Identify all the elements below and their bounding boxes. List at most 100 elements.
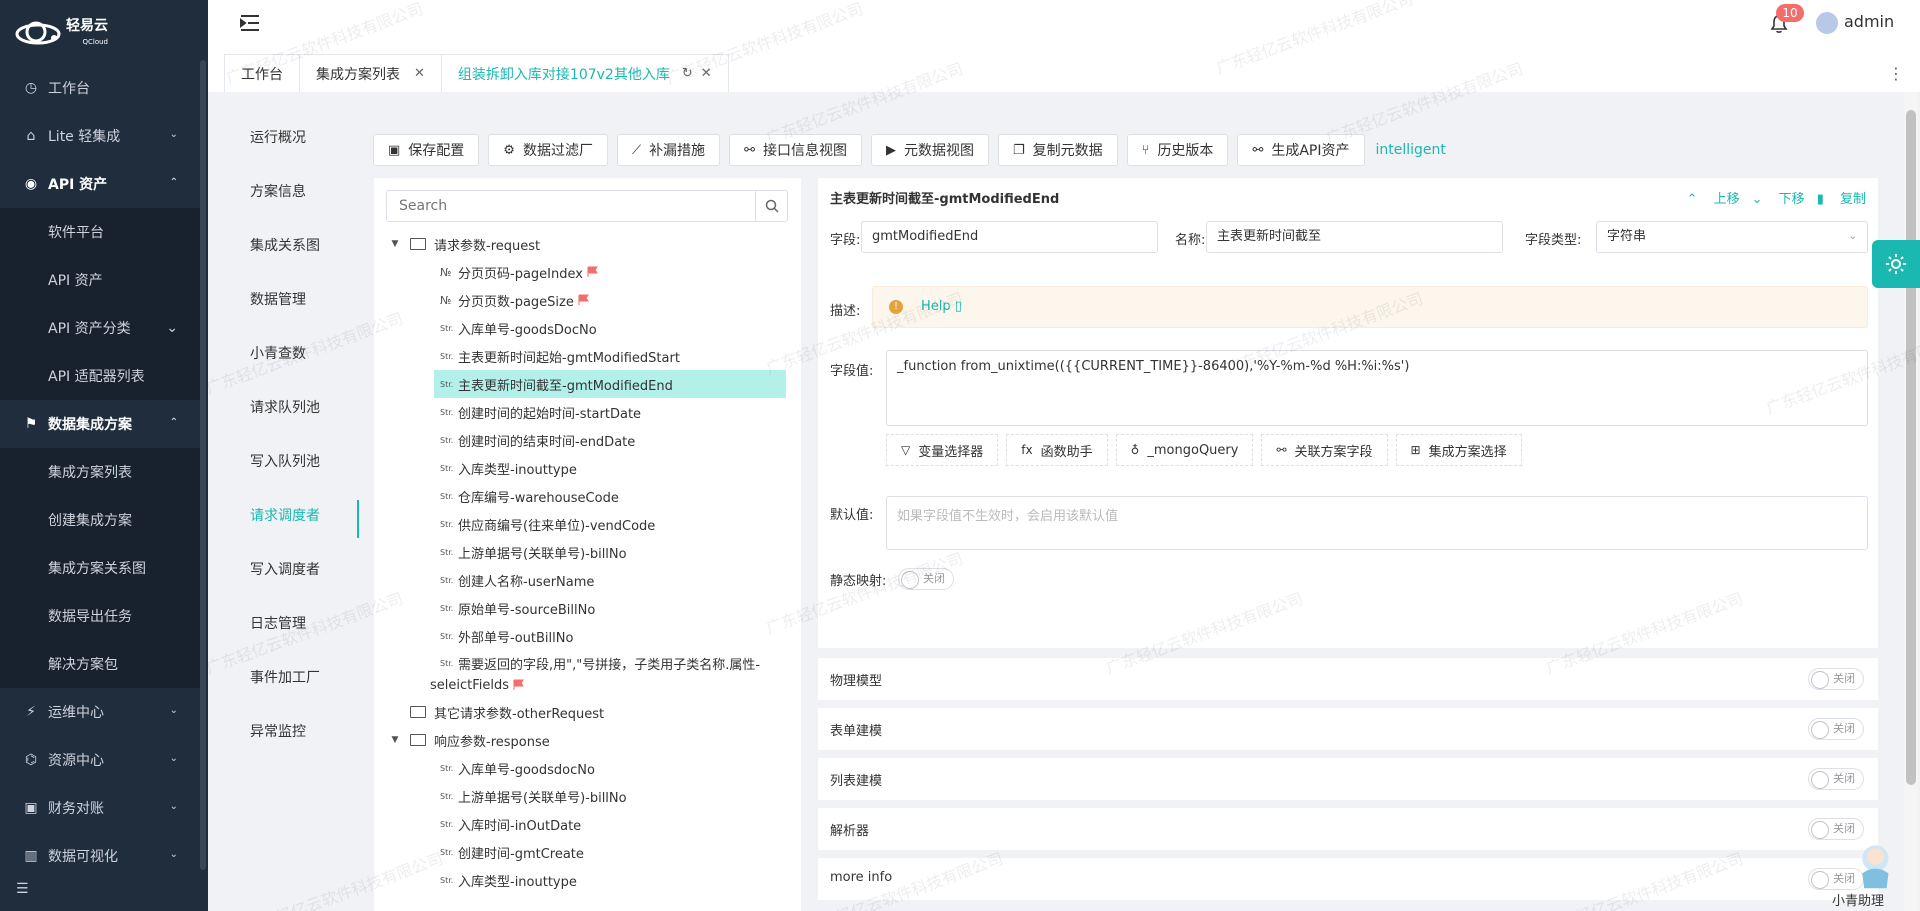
sidebar-item[interactable]: API 资产 [0,256,200,304]
tree-node[interactable]: Str. 主表更新时间截至-gmtModifiedEnd [434,370,786,398]
plan-nav-item[interactable]: 请求调度者 [222,488,359,542]
search-button[interactable] [755,191,787,221]
tree-node[interactable]: Str. 入库类型-inouttype [374,866,801,894]
plan-nav-item[interactable]: 方案信息 [222,164,358,218]
toolbar-button[interactable]: ▣ 保存配置 [373,134,480,166]
section-switch[interactable]: 关闭 [1808,668,1864,690]
section-row[interactable]: 列表建模 关闭 [818,758,1878,800]
tree-node[interactable]: Str. 入库类型-inouttype [374,454,801,482]
search-input[interactable] [387,191,759,221]
plan-nav-item[interactable]: 数据管理 [222,272,358,326]
plan-nav-item[interactable]: 异常监控 [222,704,358,758]
name-input[interactable]: 主表更新时间截至 [1206,221,1503,253]
function-button[interactable]: ▽ 变量选择器 [886,434,999,466]
move-up-button[interactable]: ⌃ 上移 [1687,188,1740,207]
plan-nav-item[interactable]: 写入队列池 [222,434,358,488]
sidebar-item[interactable]: ▥ 数据可视化 ⌄ [0,832,200,880]
toolbar-button[interactable]: ⟋ 补漏措施 [616,134,721,166]
section-row[interactable]: 解析器 关闭 [818,808,1878,850]
menu-fold-icon[interactable] [240,14,260,32]
function-button[interactable]: fx 函数助手 [1006,434,1108,466]
tree-node[interactable]: Str. 创建人名称-userName [374,566,801,594]
sidebar-item[interactable]: 软件平台 [0,208,200,256]
tree-node[interactable]: Str. 入库时间-inOutDate [374,810,801,838]
tree-node[interactable]: Str. 需要返回的字段,用","号拼接，子类用子类名称.属性-seleictFi… [374,650,801,698]
close-icon[interactable]: ✕ [701,66,712,81]
sidebar-item[interactable]: API 资产分类 ⌄ [0,304,200,352]
close-icon[interactable]: ✕ [414,66,425,81]
type-select[interactable]: 字符串 ⌄ [1596,221,1868,253]
tree-node[interactable]: № 分页页数-pageSize [374,286,801,314]
tree-node[interactable]: Str. 外部单号-outBillNo [374,622,801,650]
sidebar-item[interactable]: ◉ API 资产 ⌃ [0,160,200,208]
sidebar-item[interactable]: 数据导出任务 [0,592,200,640]
value-textarea[interactable]: _function from_unixtime(({{CURRENT_TIME}… [886,350,1868,426]
sidebar-item[interactable]: ◷ 工作台 [0,64,200,112]
more-vertical-icon[interactable]: ⋮ [1888,64,1904,83]
sidebar-item[interactable]: 集成方案列表 [0,448,200,496]
refresh-icon[interactable]: ↻ [682,66,693,81]
tree-node[interactable]: ▼ 响应参数-response [374,726,801,754]
plan-nav-item[interactable]: 运行概况 [222,110,358,164]
toolbar-button[interactable]: ⚙ 数据过滤厂 [488,134,608,166]
avatar[interactable] [1816,12,1838,34]
toolbar-button[interactable]: ⚯ 生成API资产 [1237,134,1365,166]
sidebar-item[interactable]: ⚡ 运维中心 ⌄ [0,688,200,736]
function-button[interactable]: ♁ _mongoQuery [1115,434,1254,466]
settings-fab[interactable] [1872,240,1920,288]
copy-button[interactable]: ▮ 复制 [1817,188,1866,207]
plan-nav-item[interactable]: 日志管理 [222,596,358,650]
tree-node[interactable]: Str. 创建时间的结束时间-endDate [374,426,801,454]
collapse-menu-icon[interactable]: ☰ [16,881,29,897]
function-button[interactable]: ⊞ 集成方案选择 [1395,434,1522,466]
intelligent-link[interactable]: intelligent [1376,142,1446,158]
section-switch[interactable]: 关闭 [1808,768,1864,790]
plan-nav-item[interactable]: 集成关系图 [222,218,358,272]
default-textarea[interactable]: 如果字段值不生效时，会启用该默认值 [886,496,1868,550]
sidebar-item[interactable]: API 适配器列表 [0,352,200,400]
section-row[interactable]: more info 关闭 [818,858,1878,900]
static-map-switch[interactable]: 关闭 [898,568,954,590]
sidebar-item[interactable]: ⌂ Lite 轻集成 ⌄ [0,112,200,160]
plan-nav-item[interactable]: 事件加工厂 [222,650,358,704]
sidebar-item[interactable]: 创建集成方案 [0,496,200,544]
toolbar-button[interactable]: ▶ 元数据视图 [870,134,989,166]
tree-node[interactable]: Str. 入库单号-goodsDocNo [374,314,801,342]
tree-node[interactable]: Str. 上游单据号(关联单号)-billNo [374,782,801,810]
sidebar-item[interactable]: 集成方案关系图 [0,544,200,592]
sidebar-item[interactable]: 解决方案包 [0,640,200,688]
caret-down-icon[interactable]: ▼ [388,735,402,745]
section-switch[interactable]: 关闭 [1808,718,1864,740]
help-link[interactable]: Help ▯ [921,299,962,314]
page-tab[interactable]: 集成方案列表 ✕ [299,54,442,92]
tree-node[interactable]: Str. 仓库编号-warehouseCode [374,482,801,510]
tree-node[interactable]: Str. 原始单号-sourceBillNo [374,594,801,622]
tree-node[interactable]: ▼ 请求参数-request [374,230,801,258]
section-row[interactable]: 表单建模 关闭 [818,708,1878,750]
field-input[interactable]: gmtModifiedEnd [861,221,1158,253]
sidebar-item[interactable]: ▣ 财务对账 ⌄ [0,784,200,832]
function-button[interactable]: ⚯ 关联方案字段 [1261,434,1388,466]
section-row[interactable]: 物理模型 关闭 [818,658,1878,700]
page-scrollbar[interactable] [1906,110,1916,785]
tree-node[interactable]: Str. 供应商编号(往来单位)-vendCode [374,510,801,538]
tree-node[interactable]: Str. 主表更新时间起始-gmtModifiedStart [374,342,801,370]
toolbar-button[interactable]: ❐ 复制元数据 [997,134,1118,166]
page-tab[interactable]: 组装拆卸入库对接107v2其他入库 ↻ ✕ [440,54,729,92]
tree-node[interactable]: Str. 创建时间的起始时间-startDate [374,398,801,426]
plan-nav-item[interactable]: 小青查数 [222,326,358,380]
tree-node[interactable]: Str. 入库单号-goodsdocNo [374,754,801,782]
plan-nav-item[interactable]: 写入调度者 [222,542,358,596]
page-tab[interactable]: 工作台 [224,54,300,92]
caret-down-icon[interactable]: ▼ [388,239,402,249]
assistant-label[interactable]: 小青助理 [1832,890,1884,909]
app-logo[interactable]: 轻易云 QCloud [14,14,134,54]
assistant-avatar-icon[interactable] [1832,836,1902,892]
sidebar-item[interactable]: ⚑ 数据集成方案 ⌃ [0,400,200,448]
move-down-button[interactable]: ⌄ 下移 [1752,188,1805,207]
sidebar-item[interactable]: ⌬ 资源中心 ⌄ [0,736,200,784]
tree-node[interactable]: 其它请求参数-otherRequest [374,698,801,726]
tree-node[interactable]: № 分页页码-pageIndex [374,258,801,286]
tree-node[interactable]: Str. 上游单据号(关联单号)-billNo [374,538,801,566]
toolbar-button[interactable]: ⚯ 接口信息视图 [729,134,862,166]
